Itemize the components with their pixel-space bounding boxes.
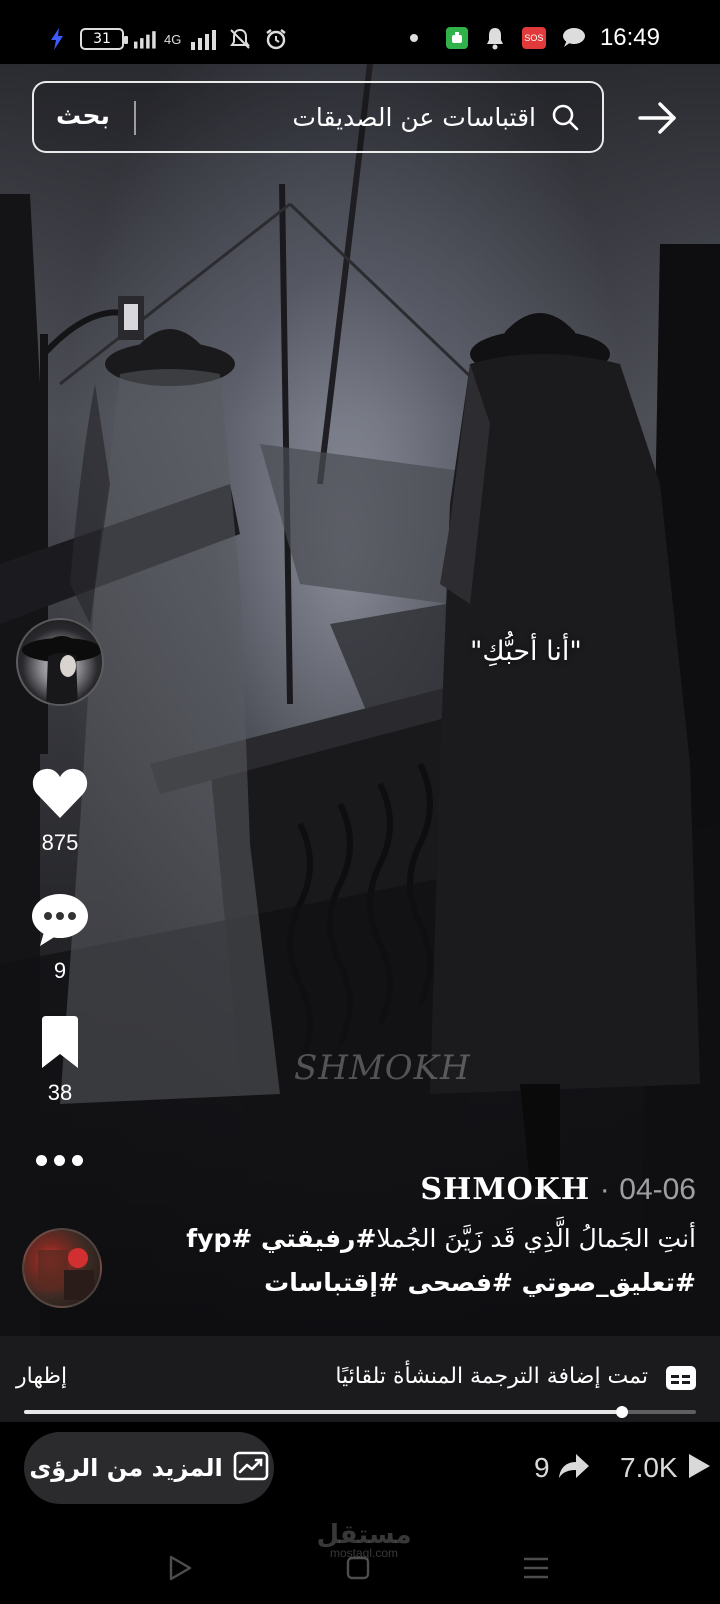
chat-bubble-icon — [560, 25, 586, 51]
watermark-logo: مستقل mostaql.com — [304, 1520, 424, 1560]
bottom-action-row: المزيد من الرؤى 9 7.0K — [0, 1422, 720, 1532]
mute-bell-icon — [227, 26, 253, 52]
like-button[interactable]: 875 — [16, 766, 104, 856]
status-left: 31 4G — [44, 26, 289, 52]
translation-notice: تمت إضافة الترجمة المنشأة تلقائيًا — [335, 1364, 648, 1389]
share-count: 9 — [534, 1452, 550, 1483]
heart-icon — [31, 766, 89, 824]
video-overlay-text: "أنا أحبُّكِ" — [470, 636, 582, 667]
nav-back-icon[interactable] — [160, 1548, 200, 1588]
like-count: 875 — [41, 830, 79, 855]
captions-icon — [666, 1366, 696, 1390]
charging-bolt-icon — [44, 26, 70, 52]
search-query[interactable]: اقتباسات عن الصديقات — [292, 103, 536, 132]
bookmark-count: 38 — [47, 1080, 73, 1105]
caption-line-1: أنتِ الجَمالُ الَّذِي قَد زَيَّنَ الجُمل… — [376, 1224, 696, 1253]
playback-scrubber[interactable] — [616, 1406, 629, 1418]
signal-icon — [134, 26, 160, 52]
play-icon — [686, 1452, 712, 1484]
battery-indicator: 31 — [80, 28, 128, 50]
playback-progress-bar[interactable] — [24, 1406, 696, 1418]
clock: 16:49 — [599, 24, 660, 51]
caption-text: أنتِ الجَمالُ الَّذِي قَد زَيَّنَ الجُمل… — [136, 1217, 696, 1305]
network-type: 4G — [164, 31, 182, 47]
more-options-icon[interactable] — [36, 1150, 84, 1170]
avatar-image — [22, 636, 102, 704]
search-bar[interactable]: اقتباسات عن الصديقات بحث — [32, 81, 604, 153]
signal-icon-2 — [191, 26, 217, 52]
app-notification-icon — [445, 27, 468, 49]
video-player[interactable]: "أنا أحبُّكِ" SHMOKH — [0, 64, 720, 1336]
insights-chart-icon — [233, 1451, 269, 1485]
dot-indicator — [409, 34, 418, 42]
share-arrow-icon — [558, 1452, 590, 1484]
bookmark-button[interactable]: 38 — [16, 1016, 104, 1106]
search-icon — [550, 102, 580, 132]
comment-count: 9 — [53, 958, 67, 983]
more-insights-button[interactable]: المزيد من الرؤى — [24, 1432, 274, 1504]
comment-button[interactable]: 9 — [16, 892, 104, 984]
status-bar: 31 4G SOS 16:49 — [0, 0, 720, 64]
bookmark-icon — [38, 1016, 82, 1074]
video-watermark: SHMOKH — [294, 1048, 471, 1088]
caption-meta: SHMOKH · 04-06 — [136, 1172, 696, 1207]
nav-menu-icon[interactable] — [516, 1548, 556, 1588]
video-caption: SHMOKH · 04-06 أنتِ الجَمالُ الَّذِي قَد… — [136, 1172, 696, 1305]
playback-progress-fill — [24, 1410, 623, 1414]
caption-separator: · — [599, 1173, 610, 1206]
status-right: SOS 16:49 — [409, 24, 660, 52]
author-name[interactable]: SHMOKH — [420, 1172, 590, 1207]
video-frame-image — [0, 64, 720, 1336]
show-translation-button[interactable]: إظهار — [16, 1364, 67, 1389]
caption-hashtags-1[interactable]: #رفيقتي #fyp — [186, 1224, 376, 1253]
battery-level: 31 — [93, 31, 111, 47]
share-count-stat[interactable]: 9 — [534, 1452, 590, 1484]
comment-bubble-icon — [30, 892, 90, 952]
view-count-stat: 7.0K — [620, 1452, 712, 1484]
sos-icon: SOS — [521, 27, 546, 49]
search-divider — [134, 101, 136, 135]
view-count: 7.0K — [620, 1452, 678, 1483]
alarm-icon — [263, 26, 289, 52]
post-date: 04-06 — [619, 1173, 696, 1206]
music-disc[interactable] — [22, 1228, 102, 1308]
creator-avatar[interactable] — [16, 618, 104, 706]
insights-label: المزيد من الرؤى — [29, 1454, 223, 1482]
search-button[interactable]: بحث — [56, 101, 110, 130]
back-arrow-icon[interactable] — [636, 96, 680, 140]
bell-icon — [482, 25, 508, 51]
caption-hashtags-2[interactable]: #تعليق_صوتي #فصحى #إقتباسات — [264, 1268, 696, 1297]
